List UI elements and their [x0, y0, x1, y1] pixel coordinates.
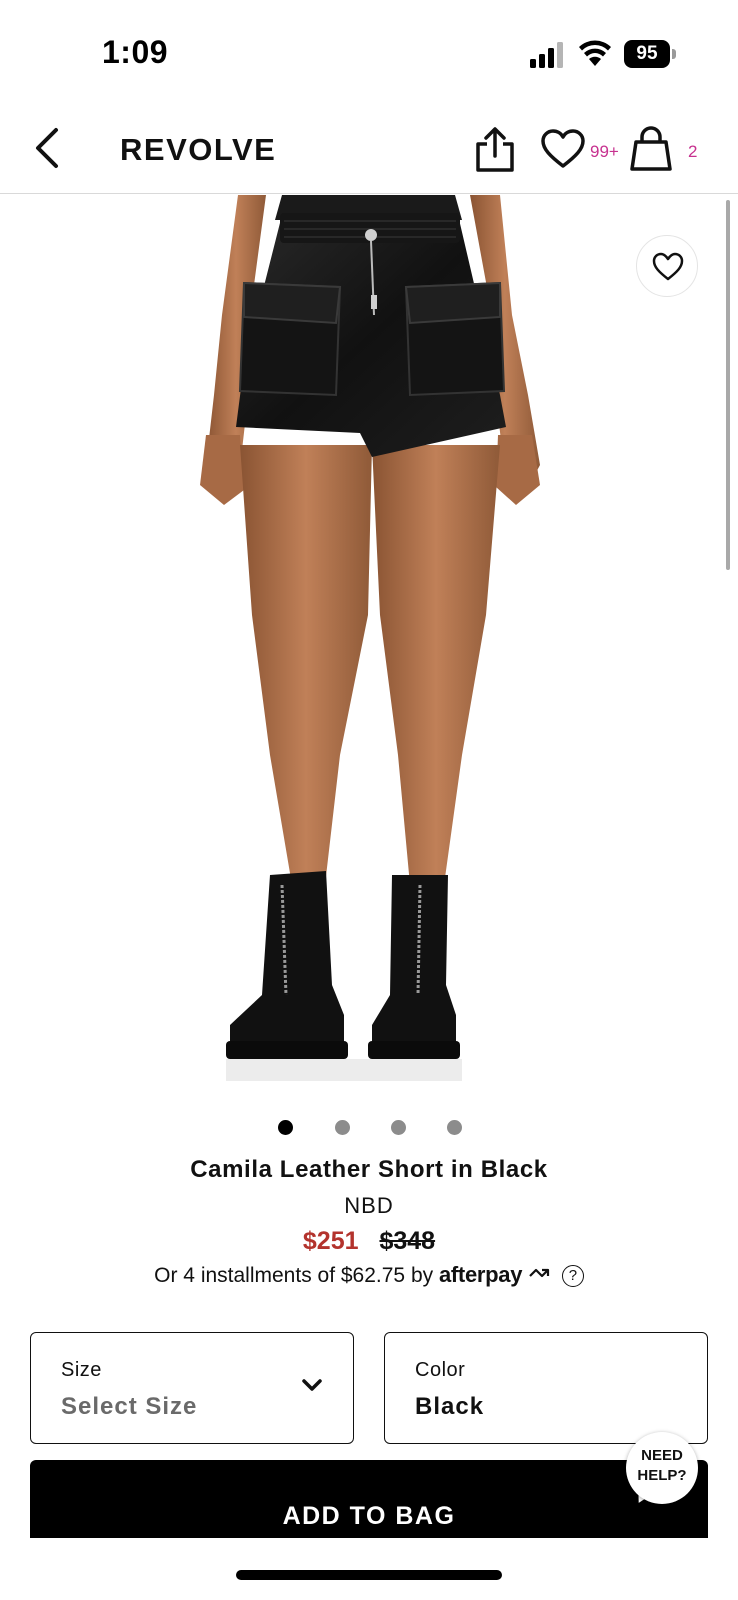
- need-help-line1: NEED: [641, 1447, 683, 1464]
- carousel-dot[interactable]: [335, 1120, 350, 1135]
- carousel-dot[interactable]: [447, 1120, 462, 1135]
- product-image[interactable]: [0, 195, 738, 1100]
- app-header: REVOLVE 99+ 2: [0, 100, 738, 194]
- product-title: Camila Leather Short in Black: [190, 1156, 548, 1183]
- size-label: Size: [61, 1359, 102, 1381]
- battery-level: 95: [624, 40, 670, 68]
- carousel-dot[interactable]: [278, 1120, 293, 1135]
- brand-logo[interactable]: REVOLVE: [120, 132, 276, 168]
- afterpay-logo: afterpay: [438, 1262, 523, 1287]
- info-icon[interactable]: ?: [561, 1265, 584, 1287]
- gallery-scrollbar[interactable]: [726, 200, 730, 570]
- sale-price: $251: [302, 1227, 359, 1255]
- home-indicator: [236, 1570, 502, 1580]
- chevron-down-icon: [302, 1379, 322, 1391]
- product-brand[interactable]: NBD: [0, 1193, 738, 1219]
- wishlist-heart-icon[interactable]: [540, 128, 586, 170]
- size-select[interactable]: Size Select Size: [30, 1332, 354, 1444]
- status-bar: 1:09 95: [0, 0, 738, 100]
- battery-icon: 95: [624, 40, 676, 68]
- product-photo: [200, 195, 540, 1081]
- add-to-bag-label: ADD TO BAG: [282, 1502, 456, 1530]
- price-row: $251 $348: [0, 1227, 738, 1256]
- carousel-dot[interactable]: [391, 1120, 406, 1135]
- color-value: Black: [415, 1393, 485, 1420]
- original-price: $348: [379, 1227, 436, 1255]
- wishlist-count-badge: 99+: [590, 142, 619, 161]
- add-to-bag-button[interactable]: ADD TO BAG: [30, 1460, 708, 1538]
- color-label: Color: [415, 1359, 466, 1381]
- wifi-icon: [579, 40, 611, 66]
- installments-info: Or 4 installments of $62.75 by afterpay …: [0, 1262, 738, 1288]
- favorite-button[interactable]: [636, 235, 698, 297]
- afterpay-arrows-icon: [529, 1268, 550, 1278]
- status-time: 1:09: [102, 34, 169, 70]
- image-carousel-dots: [0, 1120, 738, 1136]
- need-help-line2: HELP?: [637, 1467, 687, 1484]
- shopping-bag-icon[interactable]: [628, 126, 674, 172]
- installments-text: Or 4 installments of $62.75 by: [154, 1264, 434, 1287]
- back-arrow-icon[interactable]: [26, 124, 70, 172]
- bag-count-badge: 2: [688, 142, 698, 161]
- size-value: Select Size: [61, 1393, 198, 1420]
- share-icon[interactable]: [474, 126, 516, 172]
- heart-icon: [652, 252, 684, 281]
- cellular-signal-icon: [530, 42, 563, 68]
- color-select[interactable]: Color Black: [384, 1332, 708, 1444]
- need-help-button[interactable]: NEED HELP?: [626, 1432, 698, 1504]
